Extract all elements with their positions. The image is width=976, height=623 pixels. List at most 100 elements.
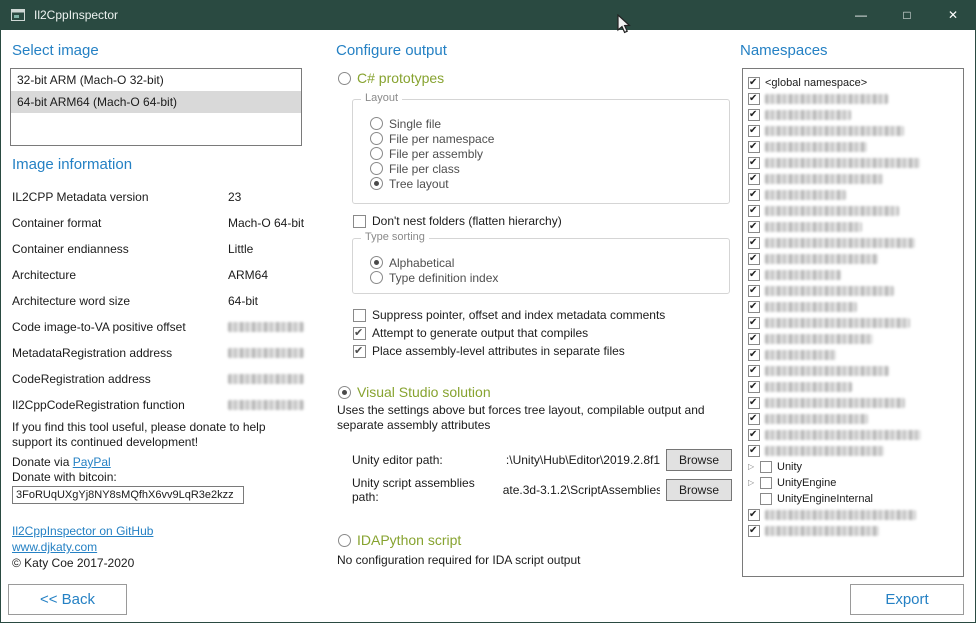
namespace-checkbox[interactable] (748, 333, 760, 345)
namespace-checkbox[interactable] (748, 349, 760, 361)
namespace-item[interactable] (748, 219, 959, 235)
flatten-checkbox[interactable] (353, 215, 366, 228)
namespace-item[interactable] (748, 427, 959, 443)
flatten-checkbox-row[interactable]: Don't nest folders (flatten hierarchy) (353, 214, 562, 228)
expander-icon[interactable]: ▷ (748, 461, 760, 473)
namespace-item[interactable] (748, 507, 959, 523)
namespace-item[interactable] (748, 523, 959, 539)
namespace-checkbox[interactable] (748, 253, 760, 265)
image-list-item[interactable]: 32-bit ARM (Mach-O 32-bit) (11, 69, 301, 91)
bitcoin-address-input[interactable] (12, 486, 244, 504)
type-sorting-option-row[interactable]: Type definition index (370, 270, 723, 285)
export-button[interactable]: Export (850, 584, 964, 615)
layout-option-row[interactable]: Tree layout (370, 176, 723, 191)
namespace-checkbox[interactable] (748, 189, 760, 201)
namespace-item[interactable]: ▷Unity (748, 459, 959, 475)
namespace-item[interactable]: UnityEngineInternal (748, 491, 959, 507)
namespace-checkbox[interactable] (748, 509, 760, 521)
namespace-item[interactable] (748, 315, 959, 331)
namespace-item[interactable] (748, 363, 959, 379)
layout-option-row[interactable]: Single file (370, 116, 723, 131)
output-checkbox[interactable] (353, 345, 366, 358)
layout-option-row[interactable]: File per namespace (370, 131, 723, 146)
namespace-checkbox[interactable] (748, 93, 760, 105)
website-link[interactable]: www.djkaty.com (12, 540, 97, 554)
type-sorting-option-radio[interactable] (370, 271, 383, 284)
idapython-radio[interactable] (338, 534, 351, 547)
namespace-checkbox[interactable] (748, 317, 760, 329)
namespace-item[interactable] (748, 443, 959, 459)
namespace-item[interactable] (748, 411, 959, 427)
namespace-checkbox[interactable] (748, 157, 760, 169)
layout-option-radio[interactable] (370, 117, 383, 130)
layout-option-radio[interactable] (370, 147, 383, 160)
namespace-item[interactable] (748, 267, 959, 283)
back-button[interactable]: << Back (8, 584, 127, 615)
namespace-checkbox[interactable] (748, 413, 760, 425)
namespace-checkbox[interactable] (748, 445, 760, 457)
namespace-item[interactable]: <global namespace> (748, 75, 959, 91)
namespace-item[interactable] (748, 155, 959, 171)
type-sorting-option-row[interactable]: Alphabetical (370, 255, 723, 270)
output-checkbox-row[interactable]: Suppress pointer, offset and index metad… (353, 306, 733, 324)
layout-option-row[interactable]: File per class (370, 161, 723, 176)
paypal-link[interactable]: PayPal (73, 455, 111, 469)
namespace-item[interactable] (748, 331, 959, 347)
namespace-checkbox[interactable] (748, 205, 760, 217)
namespace-item[interactable] (748, 395, 959, 411)
namespace-item[interactable] (748, 283, 959, 299)
namespace-item[interactable] (748, 107, 959, 123)
namespace-item[interactable] (748, 235, 959, 251)
layout-option-row[interactable]: File per assembly (370, 146, 723, 161)
unity-editor-browse-button[interactable]: Browse (666, 449, 732, 471)
minimize-button[interactable]: — (838, 0, 884, 30)
close-button[interactable]: ✕ (930, 0, 976, 30)
namespace-item[interactable] (748, 123, 959, 139)
output-checkbox[interactable] (353, 327, 366, 340)
namespace-checkbox[interactable] (748, 365, 760, 377)
namespace-item[interactable] (748, 91, 959, 107)
csharp-prototypes-radio-row[interactable]: C# prototypes (338, 70, 444, 86)
visual-studio-radio[interactable] (338, 386, 351, 399)
layout-option-radio[interactable] (370, 132, 383, 145)
namespace-checkbox[interactable] (748, 381, 760, 393)
namespaces-tree[interactable]: <global namespace> ▷Unity▷UnityEngineUnit… (742, 68, 964, 577)
namespace-checkbox[interactable] (748, 173, 760, 185)
visual-studio-radio-row[interactable]: Visual Studio solution (338, 384, 491, 400)
namespace-item[interactable] (748, 171, 959, 187)
layout-option-radio[interactable] (370, 177, 383, 190)
namespace-item[interactable] (748, 139, 959, 155)
github-link[interactable]: Il2CppInspector on GitHub (12, 524, 153, 538)
namespace-item[interactable] (748, 379, 959, 395)
maximize-button[interactable]: □ (884, 0, 930, 30)
namespace-checkbox[interactable] (748, 221, 760, 233)
namespace-item[interactable] (748, 187, 959, 203)
image-list-item[interactable]: 64-bit ARM64 (Mach-O 64-bit) (11, 91, 301, 113)
namespace-checkbox[interactable] (748, 429, 760, 441)
namespace-checkbox[interactable] (748, 301, 760, 313)
type-sorting-option-radio[interactable] (370, 256, 383, 269)
output-checkbox[interactable] (353, 309, 366, 322)
unity-script-browse-button[interactable]: Browse (666, 479, 732, 501)
expander-icon[interactable]: ▷ (748, 477, 760, 489)
namespace-checkbox[interactable] (760, 477, 772, 489)
namespace-checkbox[interactable] (748, 125, 760, 137)
namespace-checkbox[interactable] (748, 285, 760, 297)
namespace-item[interactable] (748, 251, 959, 267)
namespace-checkbox[interactable] (748, 109, 760, 121)
namespace-item[interactable] (748, 347, 959, 363)
namespace-checkbox[interactable] (760, 461, 772, 473)
namespace-item[interactable] (748, 203, 959, 219)
output-checkbox-row[interactable]: Place assembly-level attributes in separ… (353, 342, 733, 360)
namespace-item[interactable] (748, 299, 959, 315)
namespace-checkbox[interactable] (748, 141, 760, 153)
namespace-checkbox[interactable] (748, 397, 760, 409)
namespace-checkbox[interactable] (748, 525, 760, 537)
namespace-item[interactable]: ▷UnityEngine (748, 475, 959, 491)
idapython-radio-row[interactable]: IDAPython script (338, 532, 461, 548)
csharp-prototypes-radio[interactable] (338, 72, 351, 85)
namespace-checkbox[interactable] (760, 493, 772, 505)
output-checkbox-row[interactable]: Attempt to generate output that compiles (353, 324, 733, 342)
namespace-checkbox[interactable] (748, 269, 760, 281)
namespace-checkbox[interactable] (748, 237, 760, 249)
